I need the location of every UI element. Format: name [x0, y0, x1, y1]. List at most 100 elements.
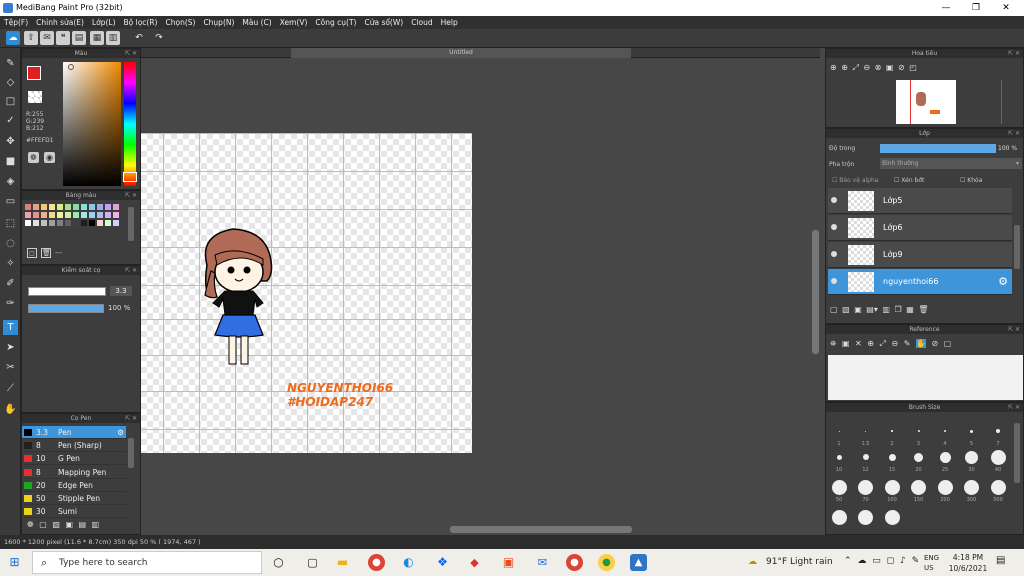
brush-size-dot[interactable]	[937, 479, 953, 495]
text-tool-icon[interactable]: T	[3, 320, 18, 335]
menu-file[interactable]: Tệp(F)	[0, 16, 32, 29]
menu-layer[interactable]: Lớp(L)	[88, 16, 120, 29]
palette-swatch[interactable]	[41, 204, 47, 210]
menu-cloud[interactable]: Cloud	[407, 16, 436, 29]
brush-size-dot[interactable]	[917, 430, 920, 432]
chrome-icon-2[interactable]: ●	[566, 554, 583, 571]
canvas[interactable]: NGUYENTHOI66 #HOIDAP247	[141, 133, 472, 453]
palette-swatch[interactable]	[33, 204, 39, 210]
vertical-scrollbar[interactable]	[812, 230, 819, 354]
brush-size-dot[interactable]	[990, 479, 1006, 495]
panel-icon[interactable]: ▦	[90, 31, 104, 45]
brush-size-value[interactable]: 3.3	[110, 286, 132, 296]
brush-size-dot[interactable]	[943, 429, 947, 433]
palette-swatch[interactable]	[57, 212, 63, 218]
palette-swatch[interactable]	[73, 204, 79, 210]
saturation-value-picker[interactable]	[63, 62, 121, 186]
gradient-tool-icon[interactable]: ▭	[3, 194, 18, 209]
brush-size-dot[interactable]	[862, 454, 869, 460]
brush-list-scrollbar[interactable]	[128, 438, 134, 468]
mail-icon[interactable]: ✉	[534, 554, 551, 571]
brush-opacity-slider[interactable]	[28, 304, 104, 313]
navigator-tools[interactable]: ⊕ ⊕ ⤢ ⊖ ⊗ ▣ ⊘ ◰	[830, 63, 917, 73]
layer-scrollbar[interactable]	[1014, 225, 1020, 269]
hand-tool-icon[interactable]: ✋	[3, 402, 18, 417]
brush-size-dot[interactable]	[888, 453, 896, 461]
layer-actions[interactable]: ▢ ▧ ▣ ▤▾ ▥ ❐ ▦ 🗑	[830, 305, 929, 314]
palette-swatch[interactable]	[33, 212, 39, 218]
brush-list-actions[interactable]: ❁ ▢ ▧ ▣ ▤ ▥	[27, 520, 99, 529]
new-swatch-icon[interactable]: ▢	[27, 248, 37, 258]
document-tab[interactable]: Untitled	[291, 48, 631, 58]
palette-swatch[interactable]	[41, 220, 47, 226]
palette-swatch[interactable]	[65, 212, 71, 218]
delete-swatch-icon[interactable]: 🗑	[41, 248, 51, 258]
brush-size-dot[interactable]	[836, 454, 842, 460]
palette-swatch[interactable]	[73, 220, 79, 226]
redo-icon[interactable]: ↷	[152, 31, 166, 45]
palette-swatch[interactable]	[89, 212, 95, 218]
frame-icon[interactable]: ▤	[72, 31, 86, 45]
palette-swatch[interactable]	[105, 220, 111, 226]
brush-size-dot[interactable]	[858, 479, 873, 495]
color-wheel-icon[interactable]: ◉	[44, 152, 55, 163]
task-view-icon-2[interactable]: ▢	[304, 554, 321, 571]
brush-size-dot[interactable]	[914, 452, 923, 462]
palette-swatch[interactable]	[97, 212, 103, 218]
brush-size-dot[interactable]	[884, 509, 900, 525]
grid-icon[interactable]: ▥	[106, 31, 120, 45]
layer-visibility-icon[interactable]	[831, 224, 837, 230]
brush-size-dot[interactable]	[858, 509, 873, 525]
palette-swatch[interactable]	[33, 220, 39, 226]
clipping-checkbox[interactable]: ☐ Xén bớt	[894, 177, 924, 184]
palette-swatch[interactable]	[105, 204, 111, 210]
brush-item[interactable]: 10 G Pen	[22, 452, 126, 466]
brush-size-dot[interactable]	[965, 450, 978, 464]
select-eraser-icon[interactable]: ✑	[3, 296, 18, 311]
minimize-button[interactable]: —	[936, 2, 956, 14]
brush-size-dot[interactable]	[939, 451, 951, 463]
clock[interactable]: 4:18 PM 10/6/2021	[948, 552, 988, 574]
palette-icon[interactable]: ❁	[28, 152, 39, 163]
palette-swatch[interactable]	[49, 212, 55, 218]
palette-swatch[interactable]	[113, 220, 119, 226]
palette-swatch[interactable]	[57, 204, 63, 210]
palette-swatches[interactable]	[25, 204, 125, 240]
eyedropper-tool-icon[interactable]: ⟋	[3, 381, 18, 396]
protect-alpha-checkbox[interactable]: ☐ Bảo vệ alpha	[832, 177, 878, 184]
brush-size-dot[interactable]	[911, 479, 926, 495]
move-tool-icon[interactable]: ✥	[3, 134, 18, 149]
select-rect-icon[interactable]: ⬚	[3, 216, 18, 231]
brush-size-dot[interactable]	[831, 509, 847, 525]
brush-size-dot[interactable]	[831, 479, 847, 495]
palette-swatch[interactable]	[65, 220, 71, 226]
palette-swatch[interactable]	[81, 204, 87, 210]
palette-swatch[interactable]	[105, 212, 111, 218]
file-explorer-icon[interactable]: ▬	[334, 554, 351, 571]
eraser-tool-icon[interactable]: ◇	[3, 75, 18, 90]
fill-rect-icon[interactable]: ■	[3, 154, 18, 169]
speech-icon[interactable]: ❝	[56, 31, 70, 45]
office-icon[interactable]: ▣	[500, 554, 517, 571]
menu-view[interactable]: Xem(V)	[276, 16, 312, 29]
lock-checkbox[interactable]: ☐ Khóa	[960, 177, 982, 184]
brush-item[interactable]: 20 Edge Pen	[22, 479, 126, 492]
brush-tool-icon[interactable]: ✎	[3, 56, 18, 71]
comment-icon[interactable]: ✉	[40, 31, 54, 45]
reference-canvas[interactable]	[828, 355, 1023, 400]
horizontal-scrollbar[interactable]	[450, 526, 632, 533]
palette-swatch[interactable]	[89, 220, 95, 226]
windows-start-icon[interactable]: ⊞	[6, 554, 23, 571]
palette-swatch[interactable]	[49, 204, 55, 210]
task-view-icon[interactable]: ○	[270, 554, 287, 571]
palette-swatch[interactable]	[65, 204, 71, 210]
brush-size-dot[interactable]	[964, 479, 979, 495]
brush-item[interactable]: 50 Stipple Pen	[22, 492, 126, 505]
close-button[interactable]: ✕	[996, 2, 1016, 14]
search-box[interactable]: ⌕ Type here to search	[32, 551, 262, 574]
undo-icon[interactable]: ↶	[132, 31, 146, 45]
palette-swatch[interactable]	[113, 212, 119, 218]
brush-size-dot[interactable]	[891, 430, 893, 432]
pen-tool-icon[interactable]: ✓	[3, 113, 18, 128]
edge-icon[interactable]: ◐	[400, 554, 417, 571]
